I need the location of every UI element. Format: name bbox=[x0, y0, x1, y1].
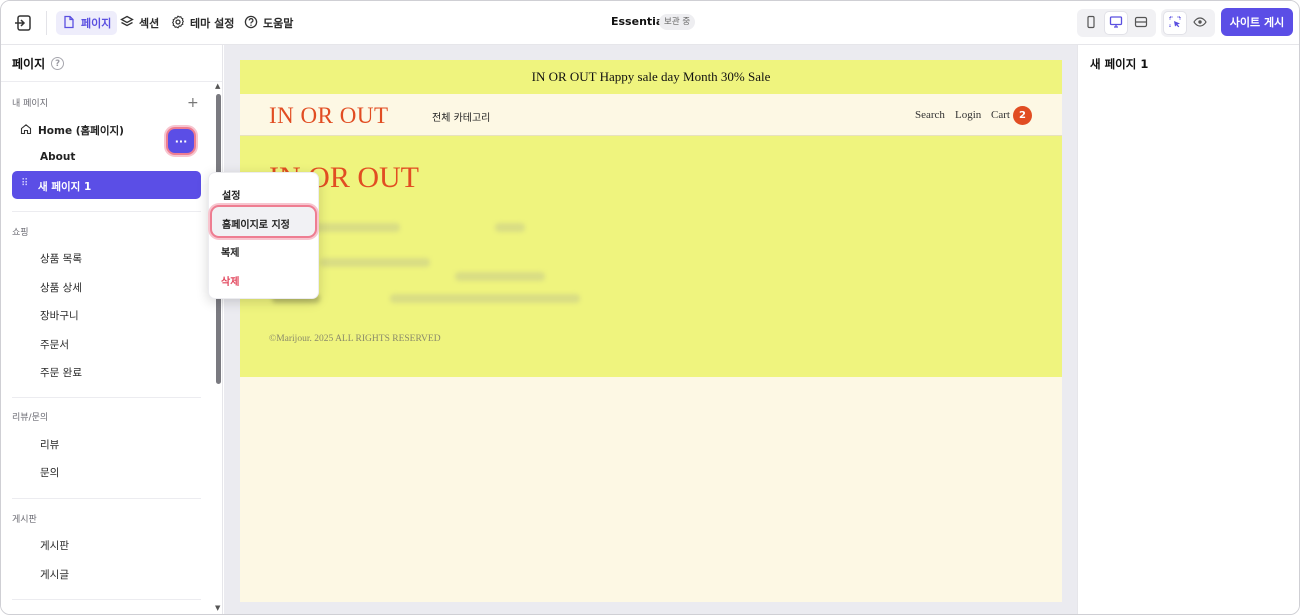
footer-blurred-text bbox=[320, 258, 430, 267]
nav-login: Login bbox=[955, 109, 982, 121]
mobile-icon bbox=[1084, 15, 1098, 32]
cart-count-badge: 2 bbox=[1013, 106, 1032, 125]
gear-icon bbox=[171, 14, 185, 32]
fullwidth-view-button[interactable] bbox=[1130, 12, 1152, 34]
site-footer[interactable]: IN OR OUT ©Marijour. 2025 ALL RIGHTS RES… bbox=[240, 136, 1062, 377]
section-divider bbox=[12, 599, 201, 600]
section-label-board: 게시판 bbox=[12, 515, 37, 525]
help-circle-icon[interactable]: ? bbox=[51, 57, 65, 70]
menu-item-duplicate[interactable]: 복제 bbox=[221, 244, 239, 259]
panel-title: 새 페이지 1 bbox=[1090, 57, 1149, 71]
layers-icon bbox=[120, 15, 134, 32]
exit-icon[interactable] bbox=[13, 12, 35, 34]
toolbar-divider bbox=[46, 11, 47, 35]
select-mode-button[interactable] bbox=[1164, 12, 1186, 34]
desktop-view-button[interactable] bbox=[1105, 12, 1127, 34]
mode-toggle bbox=[1161, 9, 1215, 37]
sidebar-header: 페이지 ? bbox=[12, 55, 65, 72]
sidebar-item-label: Home (홈페이지) bbox=[38, 125, 124, 137]
preview-mode-button[interactable] bbox=[1189, 12, 1211, 34]
site-header[interactable]: IN OR OUT 전체 카테고리 Search Login Cart 2 bbox=[240, 94, 1062, 136]
publish-site-button[interactable]: 사이트 게시 bbox=[1221, 8, 1293, 36]
scroll-down-arrow-icon[interactable]: ▼ bbox=[215, 604, 220, 612]
tab-theme-settings[interactable]: 테마 설정 bbox=[165, 11, 240, 35]
sidebar-title: 페이지 bbox=[12, 57, 46, 71]
top-bar: 페이지 섹션 테마 설정 도움말 Essential 보관 중 사이트 게시 bbox=[1, 1, 1299, 45]
eye-icon bbox=[1193, 15, 1207, 32]
footer-copyright: ©Marijour. 2025 ALL RIGHTS RESERVED bbox=[269, 334, 441, 344]
sidebar-item-cart[interactable]: 장바구니 bbox=[40, 308, 79, 323]
device-toggle bbox=[1077, 9, 1156, 37]
sidebar-item-order-complete[interactable]: 주문 완료 bbox=[40, 365, 82, 380]
site-logo: IN OR OUT bbox=[269, 103, 389, 128]
menu-item-delete[interactable]: 삭제 bbox=[221, 273, 239, 288]
app-window: 페이지 섹션 테마 설정 도움말 Essential 보관 중 사이트 게시 페… bbox=[0, 0, 1300, 615]
page-icon bbox=[62, 15, 76, 32]
section-label-reviews: 리뷰/문의 bbox=[12, 413, 49, 423]
sidebar-item-product-detail[interactable]: 상품 상세 bbox=[40, 280, 82, 295]
drag-handle-icon[interactable]: ⠿ bbox=[21, 178, 28, 189]
section-divider bbox=[12, 211, 201, 212]
sidebar-item-new-page-1[interactable]: ⠿ 새 페이지 1 bbox=[12, 171, 201, 199]
home-icon bbox=[20, 123, 32, 138]
sidebar-item-post[interactable]: 게시글 bbox=[40, 567, 69, 582]
add-page-icon[interactable]: + bbox=[187, 95, 199, 111]
tab-help[interactable]: 도움말 bbox=[238, 11, 299, 35]
tab-pages[interactable]: 페이지 bbox=[56, 11, 118, 35]
scroll-up-arrow-icon[interactable]: ▲ bbox=[215, 82, 220, 90]
tab-label: 페이지 bbox=[81, 17, 112, 30]
section-label-shopping: 쇼핑 bbox=[12, 228, 29, 238]
promo-banner[interactable]: IN OR OUT Happy sale day Month 30% Sale bbox=[240, 60, 1062, 94]
footer-blurred-text bbox=[455, 272, 545, 281]
status-badge: 보관 중 bbox=[659, 14, 696, 30]
section-label-my-pages: 내 페이지 bbox=[12, 99, 48, 109]
sidebar-item-home[interactable]: Home (홈페이지) bbox=[20, 123, 124, 138]
menu-item-set-as-homepage[interactable]: 홈페이지로 지정 bbox=[210, 205, 317, 238]
properties-panel: 새 페이지 1 bbox=[1077, 45, 1299, 614]
tab-sections[interactable]: 섹션 bbox=[114, 11, 165, 35]
nav-search: Search bbox=[915, 109, 945, 121]
section-divider bbox=[12, 397, 201, 398]
sidebar-item-label: 새 페이지 1 bbox=[38, 181, 92, 193]
cursor-select-icon bbox=[1168, 15, 1182, 32]
sidebar-item-product-list[interactable]: 상품 목록 bbox=[40, 251, 82, 266]
menu-item-label: 홈페이지로 지정 bbox=[222, 220, 290, 231]
tab-label: 테마 설정 bbox=[190, 17, 235, 30]
sidebar-item-order-form[interactable]: 주문서 bbox=[40, 337, 69, 352]
footer-blurred-text bbox=[390, 294, 580, 303]
nav-all-categories: 전체 카테고리 bbox=[432, 113, 491, 124]
sidebar-item-inquiry[interactable]: 문의 bbox=[40, 465, 59, 480]
tab-label: 섹션 bbox=[139, 17, 160, 30]
fit-width-icon bbox=[1134, 15, 1148, 32]
sidebar-item-board[interactable]: 게시판 bbox=[40, 538, 69, 553]
sidebar-item-about[interactable]: About bbox=[40, 151, 75, 163]
tab-label: 도움말 bbox=[263, 17, 294, 30]
question-icon bbox=[244, 15, 258, 32]
menu-item-settings[interactable]: 설정 bbox=[222, 187, 240, 202]
section-divider bbox=[12, 498, 201, 499]
nav-cart: Cart bbox=[991, 109, 1010, 121]
sidebar-header-divider bbox=[1, 81, 222, 82]
mobile-view-button[interactable] bbox=[1080, 12, 1102, 34]
page-more-options-button[interactable]: ··· bbox=[166, 127, 196, 155]
page-preview: IN OR OUT Happy sale day Month 30% Sale … bbox=[240, 60, 1062, 602]
sidebar-item-review[interactable]: 리뷰 bbox=[40, 437, 59, 452]
footer-blurred-text bbox=[495, 223, 525, 232]
desktop-icon bbox=[1109, 15, 1123, 32]
